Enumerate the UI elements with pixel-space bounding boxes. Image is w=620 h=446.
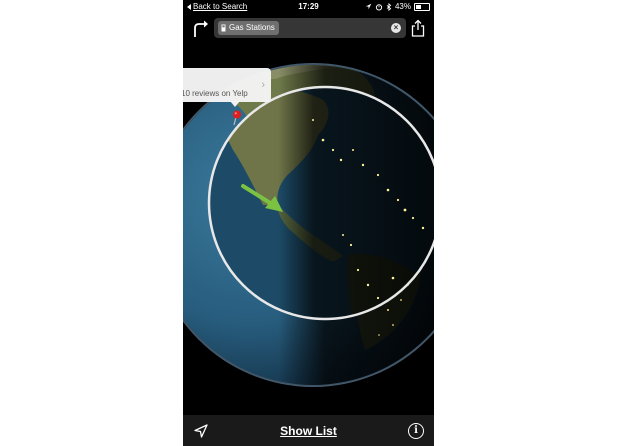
- status-bar: Back to Search 17:29 43%: [183, 0, 434, 14]
- battery-icon: [414, 2, 430, 11]
- gas-pump-icon: [221, 24, 226, 32]
- status-right-group: 43%: [365, 2, 430, 11]
- phone-screen: Back to Search 17:29 43% Gas Stations ×: [183, 0, 434, 446]
- battery-percent: 43%: [394, 2, 411, 11]
- yelp-reviews-text: 10 reviews on Yelp: [183, 89, 248, 98]
- turn-right-arrow-icon[interactable]: [191, 19, 209, 39]
- callout-tail: [230, 101, 240, 107]
- bluetooth-icon: [386, 2, 392, 11]
- battery-fill: [416, 4, 421, 9]
- search-field[interactable]: Gas Stations ×: [214, 18, 406, 38]
- chevron-right-icon[interactable]: ›: [261, 79, 265, 91]
- info-icon[interactable]: i: [408, 423, 424, 439]
- search-chip[interactable]: Gas Stations: [218, 21, 279, 35]
- location-services-icon: [365, 3, 372, 10]
- clear-x-icon[interactable]: ×: [391, 23, 401, 33]
- bottom-toolbar: Show List i: [183, 415, 434, 446]
- place-callout[interactable]: 10 reviews on Yelp ›: [183, 68, 271, 102]
- top-bar: Gas Stations ×: [183, 14, 434, 44]
- alarm-icon: [375, 3, 383, 11]
- search-chip-label: Gas Stations: [229, 23, 275, 32]
- show-list-button[interactable]: Show List: [183, 424, 434, 438]
- satellite-map[interactable]: [183, 0, 434, 446]
- share-icon[interactable]: [411, 19, 425, 37]
- map-pin-icon[interactable]: [232, 110, 242, 126]
